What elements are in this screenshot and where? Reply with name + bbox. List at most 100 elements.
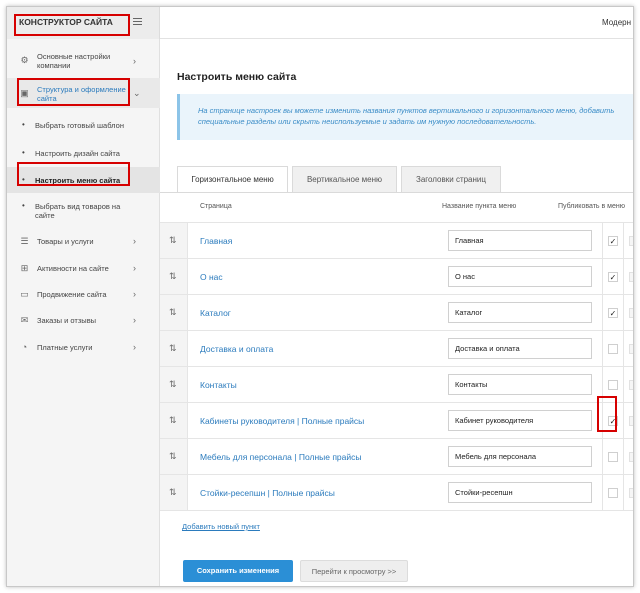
coin-icon: ◔ bbox=[21, 342, 28, 352]
table-row: ⇅ Мебель для персонала | Полные прайсы М… bbox=[160, 438, 633, 474]
secondary-checkbox[interactable] bbox=[629, 344, 633, 354]
menu-name-input[interactable]: Контакты bbox=[448, 374, 592, 395]
promo-icon: ▭ bbox=[20, 289, 29, 299]
drag-handle-icon[interactable]: ⇅ bbox=[160, 475, 188, 510]
sidebar-item-products[interactable]: ☰ Товары и услуги › bbox=[7, 232, 160, 252]
sidebar-sub-menu[interactable]: • Настроить меню сайта bbox=[7, 167, 160, 193]
sidebar-item-paid-services[interactable]: ◔ Платные услуги › bbox=[7, 338, 160, 358]
publish-checkbox[interactable]: ✓ bbox=[608, 308, 618, 318]
sidebar-item-orders[interactable]: ✉ Заказы и отзывы › bbox=[7, 311, 160, 331]
page-link[interactable]: Кабинеты руководителя | Полные прайсы bbox=[200, 416, 364, 426]
brand-block: КОНСТРУКТОР САЙТА bbox=[7, 7, 160, 39]
secondary-checkbox[interactable] bbox=[629, 452, 633, 462]
save-button[interactable]: Сохранить изменения bbox=[183, 560, 293, 582]
gear-icon: ⚙ bbox=[20, 55, 29, 65]
sidebar-item-label: Заказы и отзывы bbox=[37, 316, 97, 325]
sidebar-sub-design[interactable]: • Настроить дизайн сайта bbox=[7, 144, 160, 162]
bullet-icon: • bbox=[22, 175, 25, 184]
page-link[interactable]: О нас bbox=[200, 272, 223, 282]
table-row: ⇅ Кабинеты руководителя | Полные прайсы … bbox=[160, 402, 633, 438]
table-row: ⇅ Стойки-ресепшн | Полные прайсы Стойки-… bbox=[160, 474, 633, 510]
sidebar-item-label: Продвижение сайта bbox=[37, 290, 107, 299]
publish-checkbox[interactable]: ✓ bbox=[608, 416, 618, 426]
sidebar-item-company-settings[interactable]: ⚙ Основные настройки компании › bbox=[7, 47, 160, 75]
sidebar-item-activity[interactable]: ⊞ Активности на сайте › bbox=[7, 259, 160, 279]
top-bar: КОНСТРУКТОР САЙТА Модерн bbox=[7, 7, 633, 39]
secondary-checkbox[interactable] bbox=[629, 272, 633, 282]
menu-name-input[interactable]: О нас bbox=[448, 266, 592, 287]
page-link[interactable]: Стойки-ресепшн | Полные прайсы bbox=[200, 488, 335, 498]
drag-handle-icon[interactable]: ⇅ bbox=[160, 439, 188, 474]
publish-checkbox[interactable] bbox=[608, 380, 618, 390]
page-link[interactable]: Каталог bbox=[200, 308, 231, 318]
drag-handle-icon[interactable]: ⇅ bbox=[160, 223, 188, 258]
sidebar-sub-products-view[interactable]: • Выбрать вид товаров на сайте bbox=[7, 197, 160, 223]
activity-icon: ⊞ bbox=[20, 263, 29, 273]
brand-title: КОНСТРУКТОР САЙТА bbox=[19, 17, 113, 27]
column-page: Страница bbox=[200, 203, 232, 210]
table-row: ⇅ Контакты Контакты bbox=[160, 366, 633, 402]
app-window: КОНСТРУКТОР САЙТА Модерн ⚙ Основные наст… bbox=[6, 6, 634, 587]
list-icon: ☰ bbox=[20, 236, 29, 246]
structure-icon: ▣ bbox=[20, 88, 29, 98]
chevron-right-icon: › bbox=[133, 342, 136, 352]
chevron-right-icon: › bbox=[133, 236, 136, 246]
sidebar-sub-template[interactable]: • Выбрать готовый шаблон bbox=[7, 116, 160, 134]
sidebar-sub-label: Выбрать готовый шаблон bbox=[35, 121, 124, 130]
secondary-checkbox[interactable] bbox=[629, 308, 633, 318]
table-header: Страница Название пункта меню Публиковат… bbox=[160, 192, 633, 222]
info-text: На странице настроек вы можете изменить … bbox=[198, 106, 615, 126]
page-link[interactable]: Доставка и оплата bbox=[200, 344, 273, 354]
sidebar: ⚙ Основные настройки компании › ▣ Структ… bbox=[7, 39, 160, 586]
bullet-icon: • bbox=[22, 120, 25, 129]
secondary-checkbox[interactable] bbox=[629, 380, 633, 390]
secondary-checkbox[interactable] bbox=[629, 236, 633, 246]
publish-checkbox[interactable]: ✓ bbox=[608, 236, 618, 246]
publish-checkbox[interactable] bbox=[608, 452, 618, 462]
menu-name-input[interactable]: Каталог bbox=[448, 302, 592, 323]
publish-checkbox[interactable]: ✓ bbox=[608, 272, 618, 282]
secondary-checkbox[interactable] bbox=[629, 416, 633, 426]
page-title: Настроить меню сайта bbox=[177, 71, 297, 83]
sidebar-item-promotion[interactable]: ▭ Продвижение сайта › bbox=[7, 285, 160, 305]
tab-vertical-menu[interactable]: Вертикальное меню bbox=[292, 166, 397, 192]
table-row: ⇅ О нас О нас ✓ bbox=[160, 258, 633, 294]
menu-name-input[interactable]: Мебель для персонала bbox=[448, 446, 592, 467]
page-link[interactable]: Главная bbox=[200, 236, 232, 246]
secondary-checkbox[interactable] bbox=[629, 488, 633, 498]
menu-name-input[interactable]: Главная bbox=[448, 230, 592, 251]
table-row: ⇅ Каталог Каталог ✓ bbox=[160, 294, 633, 330]
table-row: ⇅ Главная Главная ✓ bbox=[160, 222, 633, 258]
menu-name-input[interactable]: Кабинет руководителя bbox=[448, 410, 592, 431]
column-menu-name: Название пункта меню bbox=[442, 203, 517, 210]
tab-horizontal-menu[interactable]: Горизонтальное меню bbox=[177, 166, 288, 193]
sidebar-sub-label: Выбрать вид товаров на сайте bbox=[35, 202, 121, 220]
menu-toggle-icon[interactable] bbox=[133, 18, 142, 25]
sidebar-item-label: Структура и оформление сайта bbox=[37, 85, 126, 103]
sidebar-item-label: Платные услуги bbox=[37, 343, 93, 352]
user-name[interactable]: Модерн bbox=[602, 18, 631, 27]
page-link[interactable]: Мебель для персонала | Полные прайсы bbox=[200, 452, 362, 462]
tab-page-headers[interactable]: Заголовки страниц bbox=[401, 166, 501, 192]
sidebar-sub-label: Настроить меню сайта bbox=[35, 176, 121, 185]
menu-name-input[interactable]: Доставка и оплата bbox=[448, 338, 592, 359]
drag-handle-icon[interactable]: ⇅ bbox=[160, 259, 188, 294]
preview-button[interactable]: Перейти к просмотру >> bbox=[300, 560, 408, 582]
page-link[interactable]: Контакты bbox=[200, 380, 237, 390]
publish-checkbox[interactable] bbox=[608, 488, 618, 498]
column-publish: Публиковать в меню bbox=[558, 203, 625, 210]
sidebar-sub-label: Настроить дизайн сайта bbox=[35, 149, 120, 158]
chevron-right-icon: › bbox=[133, 289, 136, 299]
bullet-icon: • bbox=[22, 148, 25, 157]
drag-handle-icon[interactable]: ⇅ bbox=[160, 367, 188, 402]
chevron-right-icon: › bbox=[133, 263, 136, 273]
chevron-right-icon: › bbox=[133, 315, 136, 325]
drag-handle-icon[interactable]: ⇅ bbox=[160, 295, 188, 330]
add-menu-item-link[interactable]: Добавить новый пункт bbox=[182, 522, 260, 531]
drag-handle-icon[interactable]: ⇅ bbox=[160, 331, 188, 366]
drag-handle-icon[interactable]: ⇅ bbox=[160, 403, 188, 438]
publish-checkbox[interactable] bbox=[608, 344, 618, 354]
menu-name-input[interactable]: Стойки-ресепшн bbox=[448, 482, 592, 503]
sidebar-item-structure[interactable]: ▣ Структура и оформление сайта ⌄ bbox=[7, 78, 160, 108]
bullet-icon: • bbox=[22, 201, 25, 210]
